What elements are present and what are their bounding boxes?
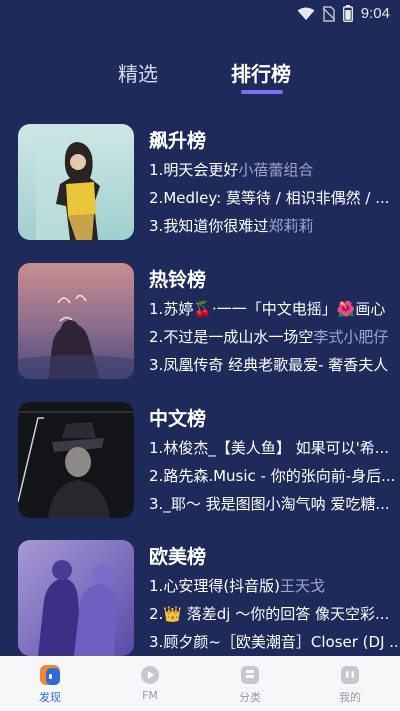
track-line: 3._耶～ 我是图图小淘气呐 爱吃糖...: [149, 493, 397, 514]
ranking-item-ringtone[interactable]: 热铃榜 1.苏婷🍒·一一「中文电摇」🌺画心 2.不过是一成山水一场空李式小肥仔 …: [18, 263, 400, 381]
nav-label: 分类: [239, 691, 261, 704]
track-artist: 小蓓蕾组合: [238, 161, 314, 179]
battery-icon: [342, 5, 353, 22]
active-tab-indicator: [241, 90, 283, 94]
track-number: 3.: [149, 217, 164, 235]
fm-icon: [141, 666, 159, 684]
track-line: 2.Medley: 莫等待 / 相识非偶然 / ...: [149, 187, 397, 208]
track-song: 心安理得(抖音版): [163, 577, 281, 595]
status-bar: 9:04: [0, 0, 400, 28]
ranking-title: 欧美榜: [149, 546, 207, 568]
track-artist: 郑莉莉: [268, 217, 314, 235]
track-number: 1.: [149, 161, 164, 179]
cover-image: [18, 402, 134, 518]
bottom-nav: 发现 FM 分类 我的: [0, 656, 400, 711]
cover-image: [18, 540, 134, 656]
track-number: 1.: [149, 577, 164, 595]
track-line: 1.心安理得(抖音版)王天戈: [149, 575, 397, 596]
track-number: 2.: [149, 328, 164, 346]
track-artist: 李式小肥仔: [313, 328, 389, 346]
track-line: 1.苏婷🍒·一一「中文电摇」🌺画心: [149, 298, 397, 319]
cover-image: [18, 124, 134, 240]
track-number: 1.: [149, 439, 164, 457]
track-line: 2.不过是一成山水一场空李式小肥仔: [149, 326, 397, 347]
track-line: 3.我知道你很难过郑莉莉: [149, 215, 397, 236]
wifi-icon: [297, 7, 315, 20]
track-number: 2.: [149, 605, 164, 623]
category-icon: [241, 666, 259, 684]
ranking-item-rising[interactable]: 飙升榜 1.明天会更好小蓓蕾组合 2.Medley: 莫等待 / 相识非偶然 /…: [18, 124, 400, 242]
tab-rankings[interactable]: 排行榜: [231, 58, 291, 87]
mine-icon: [341, 666, 359, 684]
track-line: 3.顾夕颜~［欧美潮音］Closer (DJ ...: [149, 631, 397, 652]
cover-image: [18, 263, 134, 379]
track-number: 2.: [149, 189, 164, 207]
track-number: 3.: [149, 356, 164, 374]
track-song: 👑 落差dj ～你的回答 像天空彩...: [163, 605, 390, 623]
track-song: 路先森.Music - 你的张向前-身后...: [163, 467, 396, 485]
track-line: 2.路先森.Music - 你的张向前-身后...: [149, 465, 397, 486]
ranking-title: 飙升榜: [149, 130, 207, 152]
top-tabs: 精选 排行榜: [0, 58, 400, 102]
track-artist: 王天戈: [280, 577, 326, 595]
track-number: 3.: [149, 495, 164, 513]
track-line: 1.明天会更好小蓓蕾组合: [149, 159, 397, 180]
tab-featured[interactable]: 精选: [118, 58, 158, 87]
track-number: 3.: [149, 633, 164, 651]
track-song: 苏婷🍒·一一「中文电摇」🌺画心: [163, 300, 386, 318]
track-song: 明天会更好: [163, 161, 239, 179]
track-song: 林俊杰_【美人鱼】 如果可以'希...: [163, 439, 390, 457]
nav-mine[interactable]: 我的: [300, 656, 400, 711]
ranking-title: 中文榜: [149, 408, 207, 430]
nav-label: 发现: [39, 691, 61, 704]
status-time: 9:04: [360, 5, 390, 22]
nav-label: 我的: [339, 691, 361, 704]
status-icons: 9:04: [297, 5, 390, 22]
track-line: 2.👑 落差dj ～你的回答 像天空彩...: [149, 603, 397, 624]
track-number: 2.: [149, 467, 164, 485]
nav-category[interactable]: 分类: [200, 656, 300, 711]
nav-discover[interactable]: 发现: [0, 656, 100, 711]
track-song: 我知道你很难过: [163, 217, 269, 235]
ranking-item-chinese[interactable]: 中文榜 1.林俊杰_【美人鱼】 如果可以'希... 2.路先森.Music - …: [18, 402, 400, 520]
track-song: 凤凰传奇 经典老歌最爱- 奢香夫人: [163, 356, 389, 374]
discover-icon: [40, 665, 60, 685]
nav-label: FM: [142, 689, 158, 702]
track-song: _耶～ 我是图图小淘气呐 爱吃糖...: [163, 495, 390, 513]
track-song: 顾夕颜~［欧美潮音］Closer (DJ ...: [163, 633, 397, 651]
ranking-item-western[interactable]: 欧美榜 1.心安理得(抖音版)王天戈 2.👑 落差dj ～你的回答 像天空彩..…: [18, 540, 400, 658]
nav-fm[interactable]: FM: [100, 656, 200, 711]
track-line: 1.林俊杰_【美人鱼】 如果可以'希...: [149, 437, 397, 458]
track-number: 1.: [149, 300, 164, 318]
no-sim-icon: [322, 5, 335, 22]
track-song: 不过是一成山水一场空: [163, 328, 314, 346]
track-song: Medley: 莫等待 / 相识非偶然 / ...: [163, 189, 390, 207]
ranking-title: 热铃榜: [149, 269, 207, 291]
track-line: 3.凤凰传奇 经典老歌最爱- 奢香夫人: [149, 354, 397, 375]
